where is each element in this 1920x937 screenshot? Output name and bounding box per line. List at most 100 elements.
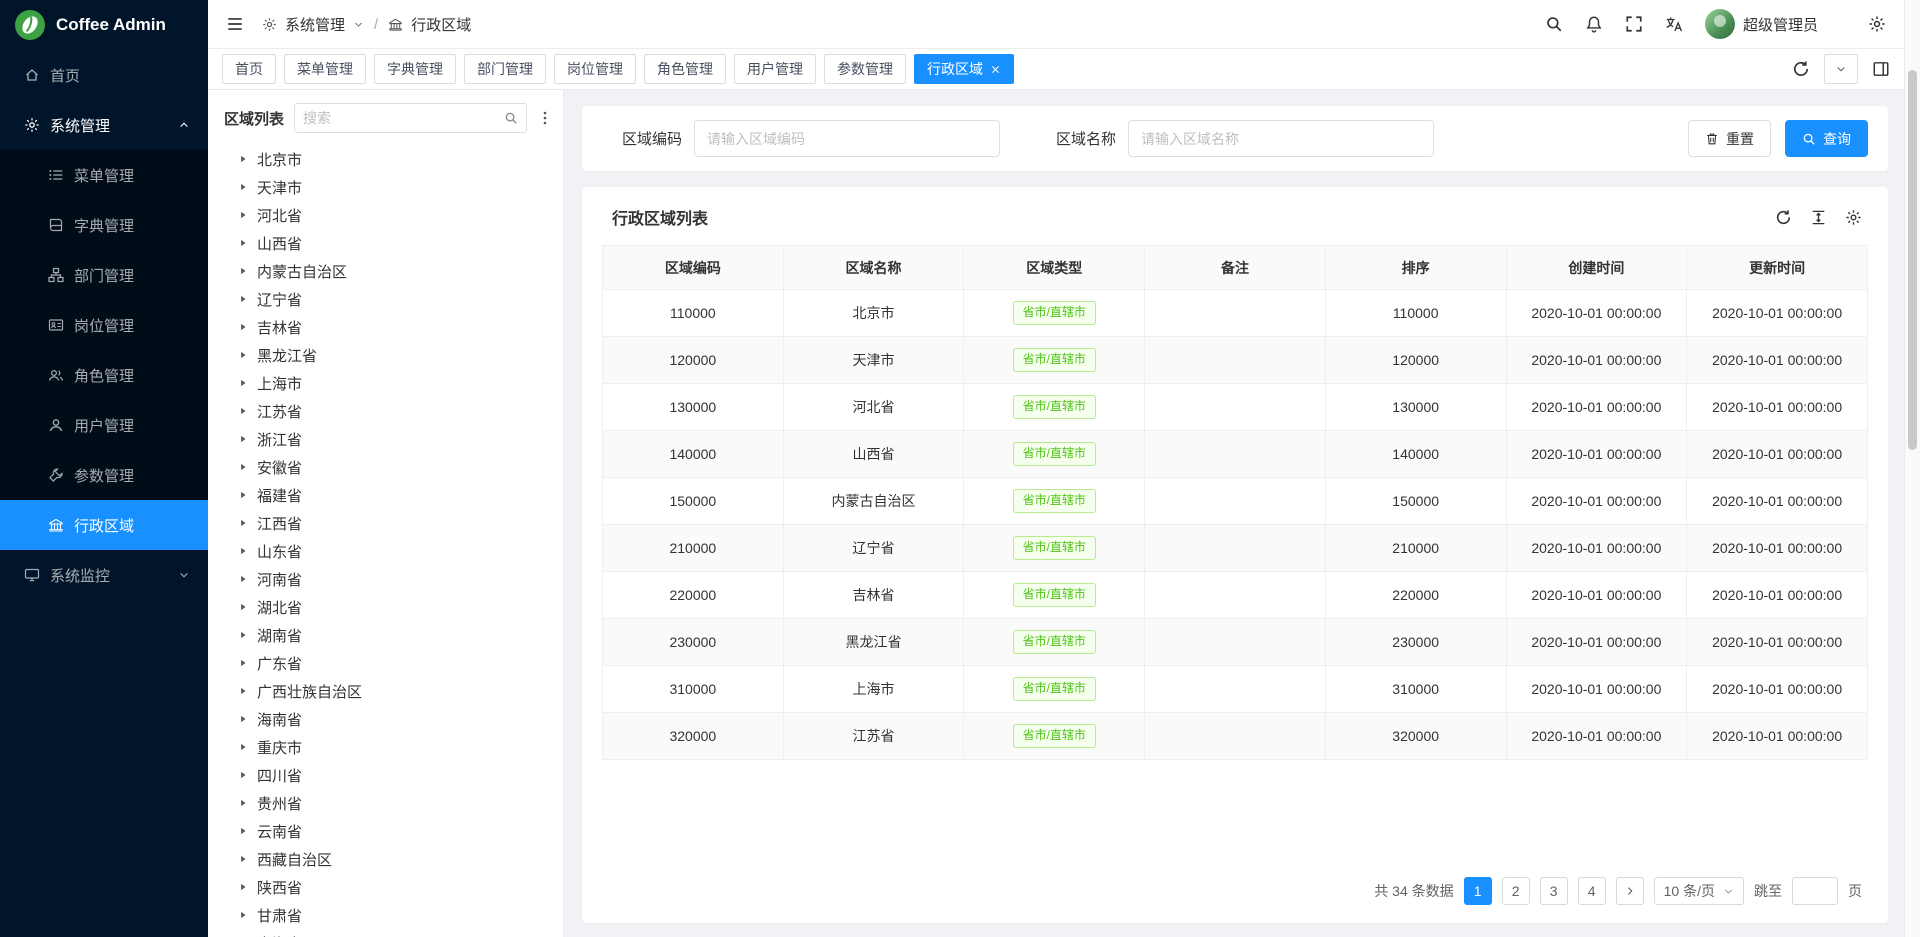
tree-node[interactable]: 河南省	[238, 565, 563, 593]
tree-node[interactable]: 黑龙江省	[238, 341, 563, 369]
translate-icon[interactable]	[1665, 15, 1683, 33]
table-row[interactable]: 320000 江苏省 省市/直辖市 320000 2020-10-01 00:0…	[603, 713, 1868, 760]
tree-node[interactable]: 安徽省	[238, 453, 563, 481]
page-number-button[interactable]: 2	[1502, 877, 1530, 905]
caret-right-icon[interactable]	[238, 658, 248, 668]
page-tab[interactable]: 首页	[222, 54, 276, 84]
caret-right-icon[interactable]	[238, 406, 248, 416]
page-number-button[interactable]: 3	[1540, 877, 1568, 905]
tree-node[interactable]: 福建省	[238, 481, 563, 509]
caret-right-icon[interactable]	[238, 742, 248, 752]
caret-right-icon[interactable]	[238, 910, 248, 920]
page-tab[interactable]: 菜单管理	[284, 54, 366, 84]
tree-node[interactable]: 山东省	[238, 537, 563, 565]
sidebar-subitem[interactable]: 参数管理	[0, 450, 208, 500]
caret-right-icon[interactable]	[238, 238, 248, 248]
column-settings-icon[interactable]	[1845, 209, 1862, 226]
sidebar-group-system[interactable]: 系统管理	[0, 100, 208, 150]
caret-right-icon[interactable]	[238, 294, 248, 304]
tree-node[interactable]: 海南省	[238, 705, 563, 733]
caret-right-icon[interactable]	[238, 350, 248, 360]
caret-right-icon[interactable]	[238, 462, 248, 472]
caret-right-icon[interactable]	[238, 266, 248, 276]
app-logo[interactable]: Coffee Admin	[0, 0, 208, 50]
table-row[interactable]: 110000 北京市 省市/直辖市 110000 2020-10-01 00:0…	[603, 290, 1868, 337]
column-height-icon[interactable]	[1810, 209, 1827, 226]
tree-node[interactable]: 江苏省	[238, 397, 563, 425]
page-tab[interactable]: 字典管理	[374, 54, 456, 84]
tree-node[interactable]: 重庆市	[238, 733, 563, 761]
sidebar-subitem[interactable]: 岗位管理	[0, 300, 208, 350]
page-tab[interactable]: 角色管理	[644, 54, 726, 84]
layout-columns-icon[interactable]	[1872, 60, 1890, 78]
search-button[interactable]: 查询	[1785, 120, 1868, 157]
bell-icon[interactable]	[1585, 15, 1603, 33]
tree-node[interactable]: 陕西省	[238, 873, 563, 901]
page-number-button[interactable]: 1	[1464, 877, 1492, 905]
theme-settings-icon[interactable]	[1868, 15, 1886, 33]
fullscreen-icon[interactable]	[1625, 15, 1643, 33]
caret-right-icon[interactable]	[238, 574, 248, 584]
caret-right-icon[interactable]	[238, 630, 248, 640]
page-size-select[interactable]: 10 条/页	[1654, 877, 1744, 905]
reset-button[interactable]: 重置	[1688, 120, 1771, 157]
tree-node[interactable]: 甘肃省	[238, 901, 563, 929]
tree-node[interactable]: 山西省	[238, 229, 563, 257]
refresh-icon[interactable]	[1775, 209, 1792, 226]
table-row[interactable]: 140000 山西省 省市/直辖市 140000 2020-10-01 00:0…	[603, 431, 1868, 478]
search-icon[interactable]	[1545, 15, 1563, 33]
tree-node[interactable]: 河北省	[238, 201, 563, 229]
close-icon[interactable]	[990, 64, 1001, 75]
tree-node[interactable]: 辽宁省	[238, 285, 563, 313]
caret-right-icon[interactable]	[238, 182, 248, 192]
tree-node[interactable]: 吉林省	[238, 313, 563, 341]
sidebar-item-home[interactable]: 首页	[0, 50, 208, 100]
caret-right-icon[interactable]	[238, 602, 248, 612]
caret-right-icon[interactable]	[238, 826, 248, 836]
table-row[interactable]: 310000 上海市 省市/直辖市 310000 2020-10-01 00:0…	[603, 666, 1868, 713]
tree-node[interactable]: 青海省	[238, 929, 563, 937]
caret-right-icon[interactable]	[238, 490, 248, 500]
table-row[interactable]: 150000 内蒙古自治区 省市/直辖市 150000 2020-10-01 0…	[603, 478, 1868, 525]
scrollbar-thumb[interactable]	[1908, 70, 1917, 450]
caret-right-icon[interactable]	[238, 770, 248, 780]
table-row[interactable]: 230000 黑龙江省 省市/直辖市 230000 2020-10-01 00:…	[603, 619, 1868, 666]
tree-node[interactable]: 江西省	[238, 509, 563, 537]
tree-node[interactable]: 贵州省	[238, 789, 563, 817]
caret-right-icon[interactable]	[238, 686, 248, 696]
region-code-input[interactable]	[694, 120, 1000, 157]
caret-right-icon[interactable]	[238, 322, 248, 332]
sidebar-subitem[interactable]: 行政区域	[0, 500, 208, 550]
page-tab[interactable]: 用户管理	[734, 54, 816, 84]
tree-node[interactable]: 天津市	[238, 173, 563, 201]
table-row[interactable]: 130000 河北省 省市/直辖市 130000 2020-10-01 00:0…	[603, 384, 1868, 431]
caret-right-icon[interactable]	[238, 154, 248, 164]
caret-right-icon[interactable]	[238, 714, 248, 724]
caret-right-icon[interactable]	[238, 546, 248, 556]
caret-right-icon[interactable]	[238, 434, 248, 444]
jump-page-input[interactable]	[1792, 877, 1838, 905]
refresh-icon[interactable]	[1792, 60, 1810, 78]
table-row[interactable]: 220000 吉林省 省市/直辖市 220000 2020-10-01 00:0…	[603, 572, 1868, 619]
tree-node[interactable]: 上海市	[238, 369, 563, 397]
tree-node[interactable]: 湖南省	[238, 621, 563, 649]
tree-search-input[interactable]	[303, 110, 498, 126]
tree-node[interactable]: 浙江省	[238, 425, 563, 453]
caret-right-icon[interactable]	[238, 882, 248, 892]
breadcrumb-level1[interactable]: 系统管理	[285, 14, 345, 35]
caret-right-icon[interactable]	[238, 854, 248, 864]
sidebar-subitem[interactable]: 菜单管理	[0, 150, 208, 200]
tree-node[interactable]: 广西壮族自治区	[238, 677, 563, 705]
page-tab[interactable]: 部门管理	[464, 54, 546, 84]
next-page-button[interactable]	[1616, 877, 1644, 905]
page-tab[interactable]: 岗位管理	[554, 54, 636, 84]
caret-right-icon[interactable]	[238, 210, 248, 220]
tab-actions-dropdown[interactable]	[1824, 54, 1858, 84]
more-options-icon[interactable]	[537, 110, 553, 126]
menu-fold-icon[interactable]	[226, 15, 244, 33]
tree-node[interactable]: 西藏自治区	[238, 845, 563, 873]
user-menu[interactable]: 超级管理员	[1705, 9, 1818, 39]
caret-right-icon[interactable]	[238, 378, 248, 388]
table-row[interactable]: 120000 天津市 省市/直辖市 120000 2020-10-01 00:0…	[603, 337, 1868, 384]
page-tab[interactable]: 参数管理	[824, 54, 906, 84]
